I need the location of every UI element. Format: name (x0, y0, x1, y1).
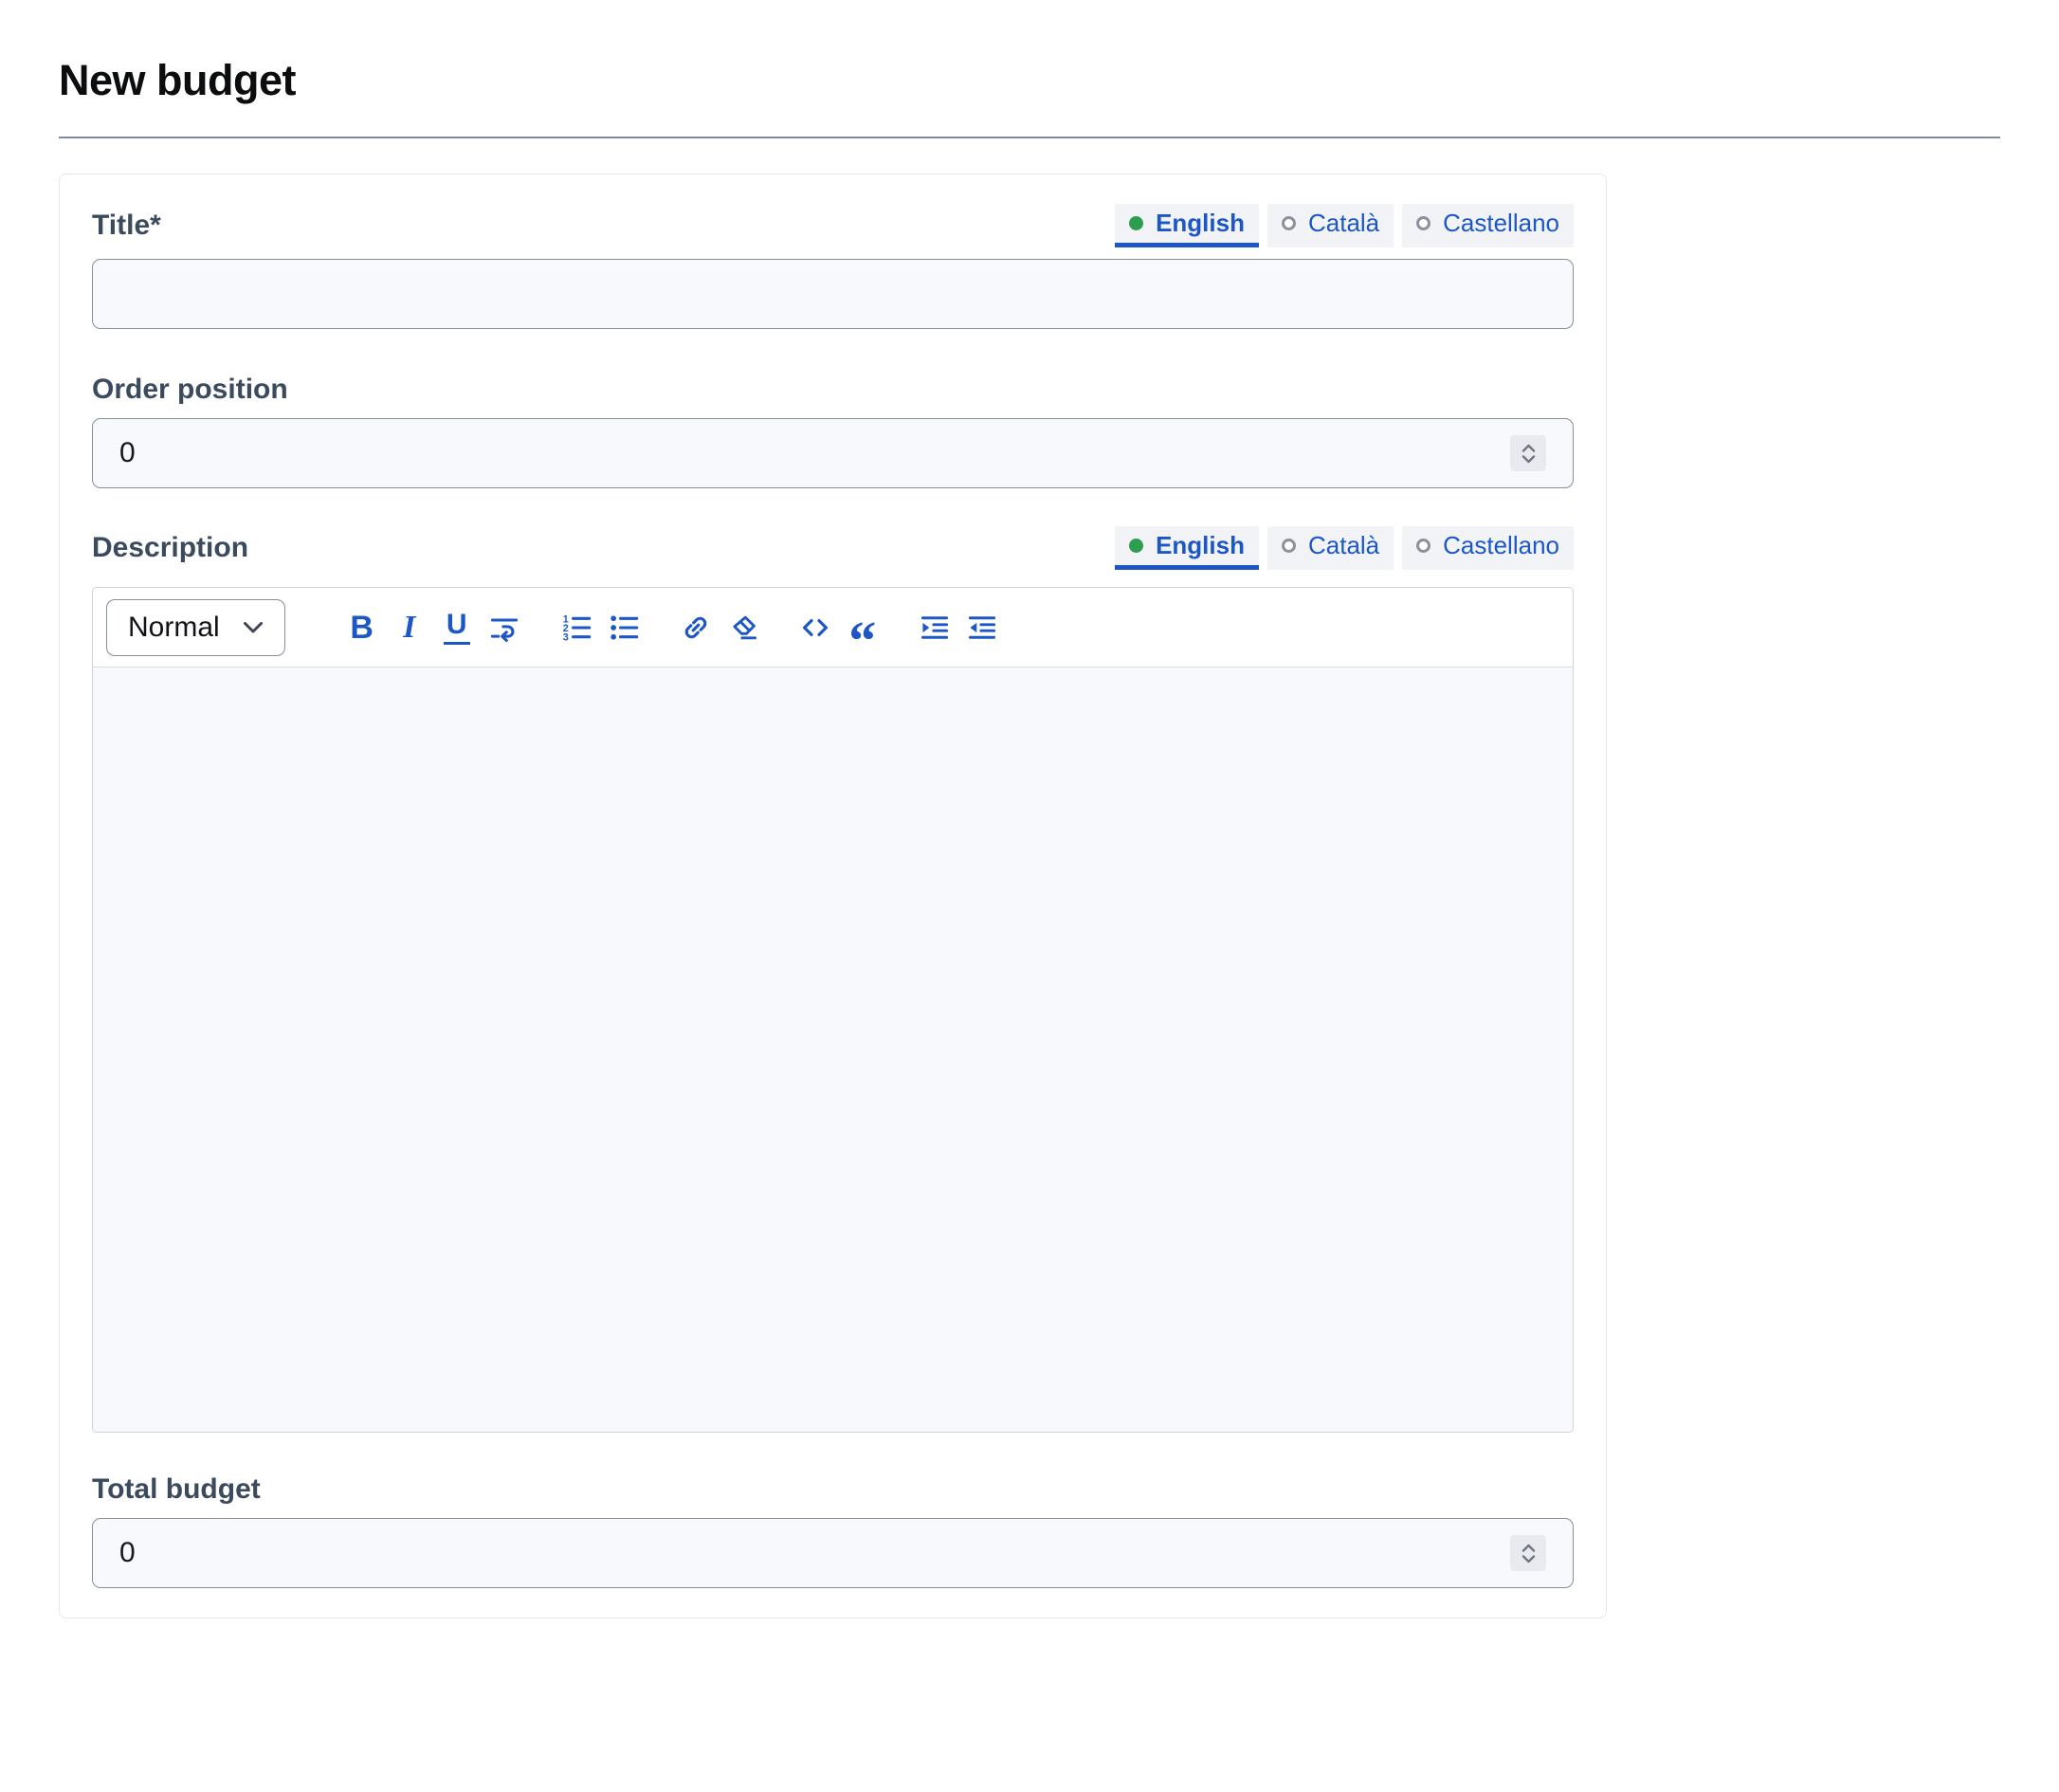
ordered-list-icon: 123 (561, 613, 592, 643)
eraser-icon (728, 613, 758, 643)
editor-toolbar: Normal B I U 123 (93, 588, 1573, 667)
language-tab-castellano[interactable]: Castellano (1402, 526, 1574, 570)
line-break-button[interactable] (482, 599, 527, 656)
bold-icon: B (350, 612, 374, 644)
italic-icon: I (403, 612, 415, 644)
language-tab-label: Castellano (1443, 209, 1559, 238)
paragraph-style-select[interactable]: Normal (106, 599, 285, 656)
language-tab-label: English (1156, 209, 1245, 238)
clear-formatting-button[interactable] (720, 599, 766, 656)
page-title: New budget (59, 53, 2000, 108)
inactive-language-circle-icon (1282, 216, 1296, 230)
language-tab-castellano[interactable]: Castellano (1402, 204, 1574, 247)
language-tab-label: Castellano (1443, 531, 1559, 560)
order-position-stepper[interactable] (1510, 435, 1546, 471)
total-budget-label: Total budget (92, 1472, 1574, 1507)
new-budget-form-card: Title* English Català Castellano Order p… (59, 174, 1607, 1618)
italic-button[interactable]: I (387, 599, 432, 656)
bullet-list-icon (609, 613, 639, 643)
chevron-down-icon (243, 621, 264, 634)
chevron-down-icon (1521, 455, 1536, 464)
title-label: Title* (92, 209, 161, 243)
inactive-language-circle-icon (1416, 216, 1430, 230)
order-position-input[interactable] (92, 418, 1574, 488)
chevron-up-icon (1521, 444, 1536, 452)
total-budget-stepper[interactable] (1510, 1535, 1546, 1571)
link-icon (681, 613, 711, 643)
title-language-tabs: English Català Castellano (1115, 204, 1574, 247)
code-icon (800, 613, 830, 643)
outdent-icon (967, 613, 997, 643)
underline-button[interactable]: U (434, 599, 480, 656)
description-editor: Normal B I U 123 (92, 587, 1574, 1433)
language-tab-catala[interactable]: Català (1267, 204, 1394, 247)
ordered-list-button[interactable]: 123 (554, 599, 599, 656)
language-tab-label: Català (1308, 209, 1379, 238)
description-language-tabs: English Català Castellano (1115, 526, 1574, 570)
bullet-list-button[interactable] (601, 599, 647, 656)
description-label: Description (92, 531, 248, 565)
order-position-label: Order position (92, 373, 1574, 407)
language-tab-english[interactable]: English (1115, 204, 1259, 247)
language-tab-label: Català (1308, 531, 1379, 560)
language-tab-catala[interactable]: Català (1267, 526, 1394, 570)
inactive-language-circle-icon (1416, 539, 1430, 553)
code-block-button[interactable] (793, 599, 838, 656)
inactive-language-circle-icon (1282, 539, 1296, 553)
language-tab-english[interactable]: English (1115, 526, 1259, 570)
description-field-header: Description English Català Castellano (92, 526, 1574, 570)
blockquote-button[interactable]: “ (840, 599, 885, 656)
total-budget-input[interactable] (92, 1518, 1574, 1588)
svg-text:3: 3 (562, 631, 568, 642)
active-language-dot-icon (1129, 216, 1143, 230)
indent-button[interactable] (912, 599, 957, 656)
underline-icon: U (444, 611, 470, 645)
link-button[interactable] (673, 599, 719, 656)
divider (59, 137, 2000, 138)
language-tab-label: English (1156, 531, 1245, 560)
line-break-icon (489, 613, 519, 643)
paragraph-style-label: Normal (128, 612, 220, 644)
order-position-field (92, 418, 1574, 488)
description-editor-content[interactable] (93, 667, 1573, 1432)
page: New budget Title* English Català Castell… (0, 53, 2059, 1618)
indent-icon (920, 613, 950, 643)
chevron-up-icon (1521, 1544, 1536, 1552)
active-language-dot-icon (1129, 539, 1143, 553)
title-input[interactable] (92, 259, 1574, 329)
bold-button[interactable]: B (339, 599, 385, 656)
total-budget-field (92, 1518, 1574, 1588)
title-field-header: Title* English Català Castellano (92, 204, 1574, 247)
chevron-down-icon (1521, 1555, 1536, 1563)
outdent-button[interactable] (959, 599, 1005, 656)
